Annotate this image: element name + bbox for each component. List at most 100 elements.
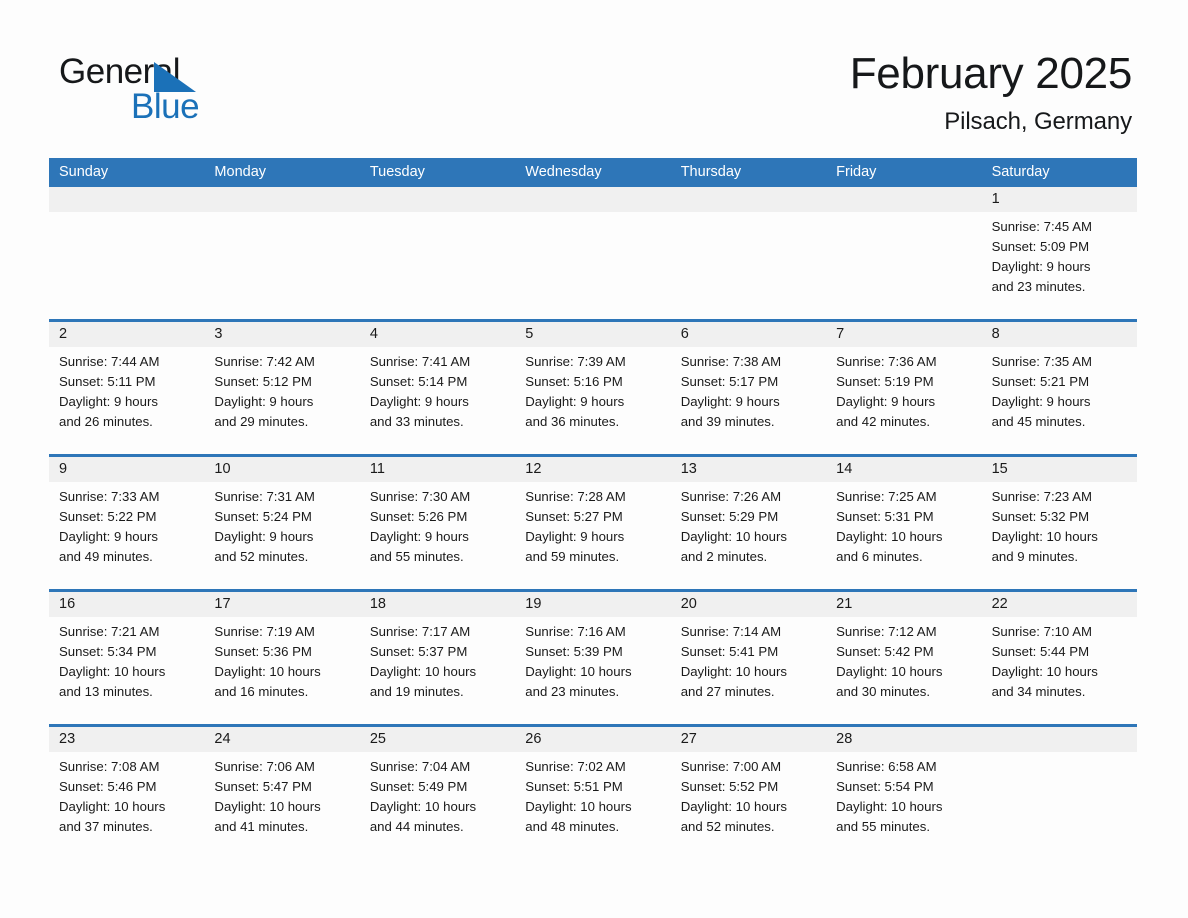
calendar-day-cell[interactable]: 3 Sunrise: 7:42 AM Sunset: 5:12 PM Daylight… xyxy=(204,322,360,454)
sunset-text: Sunset: 5:32 PM xyxy=(991,509,1090,524)
day-number-band: 12 xyxy=(515,457,671,482)
daylight-text-line1: Daylight: 9 hours xyxy=(369,529,469,544)
day-number: 9 xyxy=(59,461,68,477)
day-number: 12 xyxy=(525,461,542,477)
calendar-day-cell[interactable]: 28 Sunrise: 6:58 AM Sunset: 5:54 PM Dayligh… xyxy=(826,727,982,859)
sunrise-text: Sunrise: 7:04 AM xyxy=(369,759,471,774)
daylight-text-line2: and 41 minutes. xyxy=(214,819,309,834)
calendar-day-cell[interactable]: 7 Sunrise: 7:36 AM Sunset: 5:19 PM Daylight… xyxy=(826,322,982,454)
calendar-day-cell[interactable]: 12 Sunrise: 7:28 AM Sunset: 5:27 PM Dayligh… xyxy=(515,457,671,589)
calendar-day-cell[interactable]: 22 Sunrise: 7:10 AM Sunset: 5:44 PM Dayligh… xyxy=(981,592,1137,724)
daylight-text-line2: and 44 minutes. xyxy=(369,819,464,834)
calendar-day-cell[interactable]: 17 Sunrise: 7:19 AM Sunset: 5:36 PM Dayligh… xyxy=(204,592,360,724)
calendar-day-cell[interactable]: 2 Sunrise: 7:44 AM Sunset: 5:11 PM Daylight… xyxy=(49,322,205,454)
day-number: 28 xyxy=(836,731,853,747)
daylight-text-line1: Daylight: 10 hours xyxy=(836,529,943,544)
calendar-day-cell[interactable]: 24 Sunrise: 7:06 AM Sunset: 5:47 PM Dayligh… xyxy=(204,727,360,859)
day-number-band xyxy=(826,187,982,212)
day-number: 24 xyxy=(214,731,231,747)
calendar-day-cell[interactable]: 13 Sunrise: 7:26 AM Sunset: 5:29 PM Dayligh… xyxy=(670,457,827,589)
day-sun-info: Sunrise: 7:28 AM Sunset: 5:27 PM Daylight:… xyxy=(515,482,670,567)
sunset-text: Sunset: 5:52 PM xyxy=(680,779,779,794)
sunset-text: Sunset: 5:54 PM xyxy=(836,779,934,794)
calendar-day-cell[interactable]: 1 Sunrise: 7:45 AM Sunset: 5:09 PM Daylight… xyxy=(981,187,1137,319)
day-number: 7 xyxy=(836,326,845,342)
day-sun-info: Sunrise: 7:02 AM Sunset: 5:51 PM Daylight:… xyxy=(515,752,670,837)
day-number: 16 xyxy=(59,596,76,612)
day-number: 14 xyxy=(836,461,853,477)
day-number: 23 xyxy=(59,731,76,747)
calendar-day-cell[interactable]: 10 Sunrise: 7:31 AM Sunset: 5:24 PM Dayligh… xyxy=(204,457,360,589)
calendar-day-cell[interactable]: 27 Sunrise: 7:00 AM Sunset: 5:52 PM Dayligh… xyxy=(670,727,827,859)
day-number: 21 xyxy=(836,596,853,612)
calendar-day-cell[interactable]: 26 Sunrise: 7:02 AM Sunset: 5:51 PM Dayligh… xyxy=(515,727,671,859)
daylight-text-line1: Daylight: 10 hours xyxy=(525,799,632,814)
calendar-day-cell[interactable]: 23 Sunrise: 7:08 AM Sunset: 5:46 PM Dayligh… xyxy=(49,727,205,859)
day-sun-info: Sunrise: 7:45 AM Sunset: 5:09 PM Daylight:… xyxy=(982,212,1137,297)
daylight-text-line1: Daylight: 10 hours xyxy=(214,799,321,814)
sunset-text: Sunset: 5:37 PM xyxy=(369,644,468,659)
day-sun-info: Sunrise: 7:44 AM Sunset: 5:11 PM Daylight:… xyxy=(49,347,204,432)
weekday-header-friday: Friday xyxy=(836,164,877,180)
calendar-day-cell[interactable]: 20 Sunrise: 7:14 AM Sunset: 5:41 PM Dayligh… xyxy=(670,592,827,724)
day-number-band: 22 xyxy=(981,592,1137,617)
calendar-day-cell[interactable]: 11 Sunrise: 7:30 AM Sunset: 5:26 PM Dayligh… xyxy=(359,457,516,589)
day-number-band: 23 xyxy=(49,727,205,752)
day-number: 19 xyxy=(525,596,542,612)
day-number-band: 8 xyxy=(981,322,1137,347)
weekday-header-tuesday: Tuesday xyxy=(369,164,425,180)
daylight-text-line2: and 48 minutes. xyxy=(525,819,620,834)
sunset-text: Sunset: 5:22 PM xyxy=(59,509,157,524)
sunrise-text: Sunrise: 7:14 AM xyxy=(680,624,782,639)
sunrise-text: Sunrise: 7:35 AM xyxy=(991,354,1092,369)
daylight-text-line2: and 6 minutes. xyxy=(836,549,923,564)
calendar-day-cell[interactable]: 6 Sunrise: 7:38 AM Sunset: 5:17 PM Daylight… xyxy=(670,322,827,454)
calendar-day-cell[interactable]: 9 Sunrise: 7:33 AM Sunset: 5:22 PM Daylight… xyxy=(49,457,205,589)
calendar-day-cell[interactable]: 14 Sunrise: 7:25 AM Sunset: 5:31 PM Dayligh… xyxy=(826,457,982,589)
sunset-text: Sunset: 5:21 PM xyxy=(991,374,1090,389)
sunrise-text: Sunrise: 7:42 AM xyxy=(214,354,315,369)
calendar-day-cell[interactable]: 16 Sunrise: 7:21 AM Sunset: 5:34 PM Dayligh… xyxy=(49,592,205,724)
sunset-text: Sunset: 5:39 PM xyxy=(525,644,623,659)
calendar-day-cell[interactable]: 8 Sunrise: 7:35 AM Sunset: 5:21 PM Daylight… xyxy=(981,322,1137,454)
sunrise-text: Sunrise: 6:58 AM xyxy=(836,759,937,774)
sunset-text: Sunset: 5:49 PM xyxy=(369,779,468,794)
daylight-text-line1: Daylight: 9 hours xyxy=(59,529,158,544)
weekday-header-saturday: Saturday xyxy=(991,164,1050,180)
calendar-day-cell[interactable]: 19 Sunrise: 7:16 AM Sunset: 5:39 PM Dayligh… xyxy=(515,592,671,724)
calendar-day-cell[interactable]: 5 Sunrise: 7:39 AM Sunset: 5:16 PM Daylight… xyxy=(515,322,671,454)
generalblue-logo[interactable]: General Blue xyxy=(59,52,289,132)
day-number-band: 10 xyxy=(204,457,360,482)
day-sun-info: Sunrise: 7:00 AM Sunset: 5:52 PM Daylight:… xyxy=(671,752,826,837)
day-sun-info: Sunrise: 7:25 AM Sunset: 5:31 PM Daylight:… xyxy=(826,482,981,567)
weekday-header-row: Sunday Monday Tuesday Wednesday Thursday… xyxy=(49,158,1137,187)
day-number: 22 xyxy=(991,596,1008,612)
daylight-text-line2: and 16 minutes. xyxy=(214,684,309,699)
calendar-day-cell[interactable]: 25 Sunrise: 7:04 AM Sunset: 5:49 PM Dayligh… xyxy=(359,727,516,859)
calendar-day-cell[interactable]: 15 Sunrise: 7:23 AM Sunset: 5:32 PM Dayligh… xyxy=(981,457,1137,589)
sunset-text: Sunset: 5:29 PM xyxy=(680,509,779,524)
weekday-header-thursday: Thursday xyxy=(680,164,742,180)
sunset-text: Sunset: 5:34 PM xyxy=(59,644,157,659)
daylight-text-line2: and 55 minutes. xyxy=(369,549,464,564)
day-number-band: 26 xyxy=(515,727,671,752)
day-number: 27 xyxy=(680,731,697,747)
calendar-week-row: 1 Sunrise: 7:45 AM Sunset: 5:09 PM Daylight… xyxy=(49,187,1137,319)
calendar-day-cell[interactable]: 18 Sunrise: 7:17 AM Sunset: 5:37 PM Dayligh… xyxy=(359,592,516,724)
calendar-day-cell[interactable]: 21 Sunrise: 7:12 AM Sunset: 5:42 PM Dayligh… xyxy=(826,592,982,724)
day-number: 3 xyxy=(214,326,223,342)
day-number-band: 2 xyxy=(49,322,205,347)
day-number: 13 xyxy=(680,461,697,477)
calendar-day-cell-empty xyxy=(359,187,516,319)
sunset-text: Sunset: 5:27 PM xyxy=(525,509,623,524)
day-sun-info: Sunrise: 7:19 AM Sunset: 5:36 PM Daylight:… xyxy=(204,617,359,702)
day-number: 26 xyxy=(525,731,542,747)
calendar-week-row: 23 Sunrise: 7:08 AM Sunset: 5:46 PM Dayligh… xyxy=(49,724,1137,859)
daylight-text-line2: and 26 minutes. xyxy=(59,414,153,429)
day-number-band: 18 xyxy=(359,592,516,617)
sunrise-text: Sunrise: 7:06 AM xyxy=(214,759,315,774)
calendar-day-cell[interactable]: 4 Sunrise: 7:41 AM Sunset: 5:14 PM Daylight… xyxy=(359,322,516,454)
sunset-text: Sunset: 5:44 PM xyxy=(991,644,1090,659)
daylight-text-line2: and 34 minutes. xyxy=(991,684,1086,699)
calendar-week-row: 16 Sunrise: 7:21 AM Sunset: 5:34 PM Dayligh… xyxy=(49,589,1137,724)
